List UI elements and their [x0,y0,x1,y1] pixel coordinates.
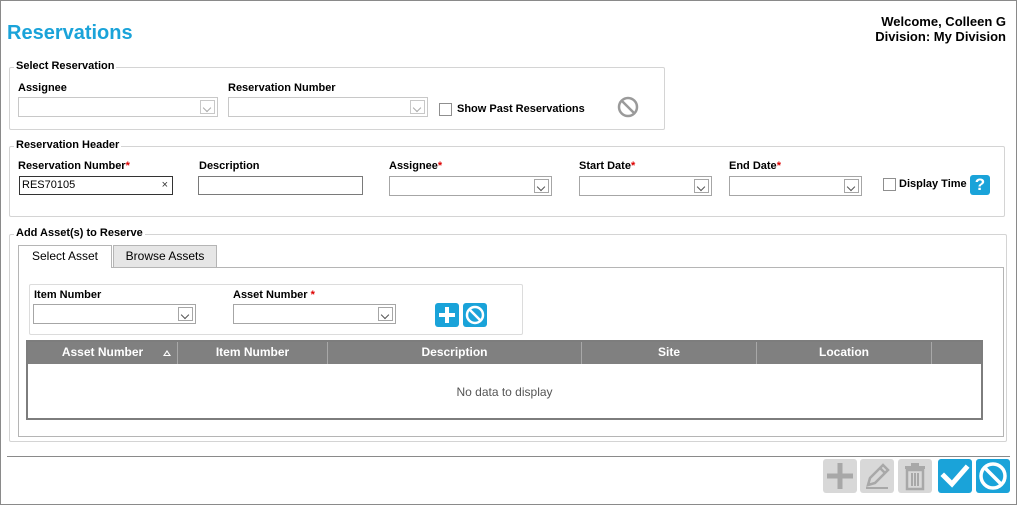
welcome-text: Welcome, Colleen G [881,14,1006,29]
cancel-button[interactable] [976,459,1010,493]
check-icon [940,464,970,488]
start-date-label: Start Date* [579,160,636,172]
user-info: Welcome, Colleen G Division: My Division [875,14,1006,44]
select-asset-panel: Item Number Asset Number * Asset Number … [18,267,1004,437]
sort-ascending-icon [163,350,171,356]
add-button[interactable] [823,459,857,493]
assets-grid: Asset Number Item Number Description Sit… [26,340,983,420]
reservation-number-filter-select[interactable] [228,97,428,117]
chevron-down-icon [200,100,215,114]
page-title: Reservations [7,22,133,44]
app-window: Reservations Welcome, Colleen G Division… [0,0,1017,505]
tab-select-asset[interactable]: Select Asset [18,245,112,268]
asset-number-select[interactable] [233,304,396,324]
ban-icon [979,462,1007,490]
pencil-icon [866,463,890,489]
asset-entry-box: Item Number Asset Number * [29,284,523,335]
reservation-number-label: Reservation Number* [18,160,130,172]
reservation-number-input[interactable]: RES70105 × [19,176,173,195]
clear-icon[interactable]: × [162,177,168,194]
add-assets-section: Add Asset(s) to Reserve Select Asset Bro… [9,227,1007,442]
reservation-header-legend: Reservation Header [14,139,122,151]
display-time-label: Display Time [899,178,967,190]
plus-icon [827,463,853,489]
save-button[interactable] [938,459,972,493]
assignee-filter-select[interactable] [18,97,218,117]
ban-icon[interactable] [463,303,487,327]
grid-header: Asset Number Item Number Description Sit… [28,342,981,364]
select-reservation-section: Select Reservation Assignee Reservation … [9,60,665,130]
show-past-reservations-label: Show Past Reservations [457,103,585,115]
item-number-label: Item Number [34,289,102,301]
footer-divider [7,456,1010,457]
ban-icon[interactable] [617,96,639,118]
description-label: Description [199,160,260,172]
column-header-description[interactable]: Description [328,342,582,364]
plus-icon[interactable] [435,303,459,327]
assignee-filter-label: Assignee [18,82,67,94]
chevron-down-icon [534,179,549,193]
help-icon[interactable]: ? [970,175,990,195]
delete-button[interactable] [898,459,932,493]
add-assets-legend: Add Asset(s) to Reserve [14,227,145,239]
chevron-down-icon [178,307,193,321]
column-header-site[interactable]: Site [582,342,757,364]
asset-number-label: Asset Number * [233,289,315,301]
column-header-asset-number[interactable]: Asset Number [28,342,178,364]
division-text: Division: My Division [875,29,1006,44]
edit-button[interactable] [860,459,894,493]
start-date-select[interactable] [579,176,712,196]
reservation-number-filter-label: Reservation Number [228,82,336,94]
item-number-select[interactable] [33,304,196,324]
trash-icon [905,463,925,491]
chevron-down-icon [410,100,425,114]
assignee-select[interactable] [389,176,552,196]
column-header-location[interactable]: Location [757,342,932,364]
end-date-select[interactable] [729,176,862,196]
reservation-header-section: Reservation Header Reservation Number* R… [9,139,1005,217]
chevron-down-icon [844,179,859,193]
end-date-label: End Date* [729,160,781,172]
show-past-reservations-checkbox[interactable] [439,103,452,116]
select-reservation-legend: Select Reservation [14,60,117,72]
assignee-label: Assignee* [389,160,443,172]
chevron-down-icon [378,307,393,321]
tab-browse-assets[interactable]: Browse Assets [113,245,217,267]
chevron-down-icon [694,179,709,193]
display-time-checkbox[interactable] [883,178,896,191]
empty-grid-message: No data to display [456,385,553,399]
description-input[interactable] [198,176,363,195]
column-header-item-number[interactable]: Item Number [178,342,328,364]
